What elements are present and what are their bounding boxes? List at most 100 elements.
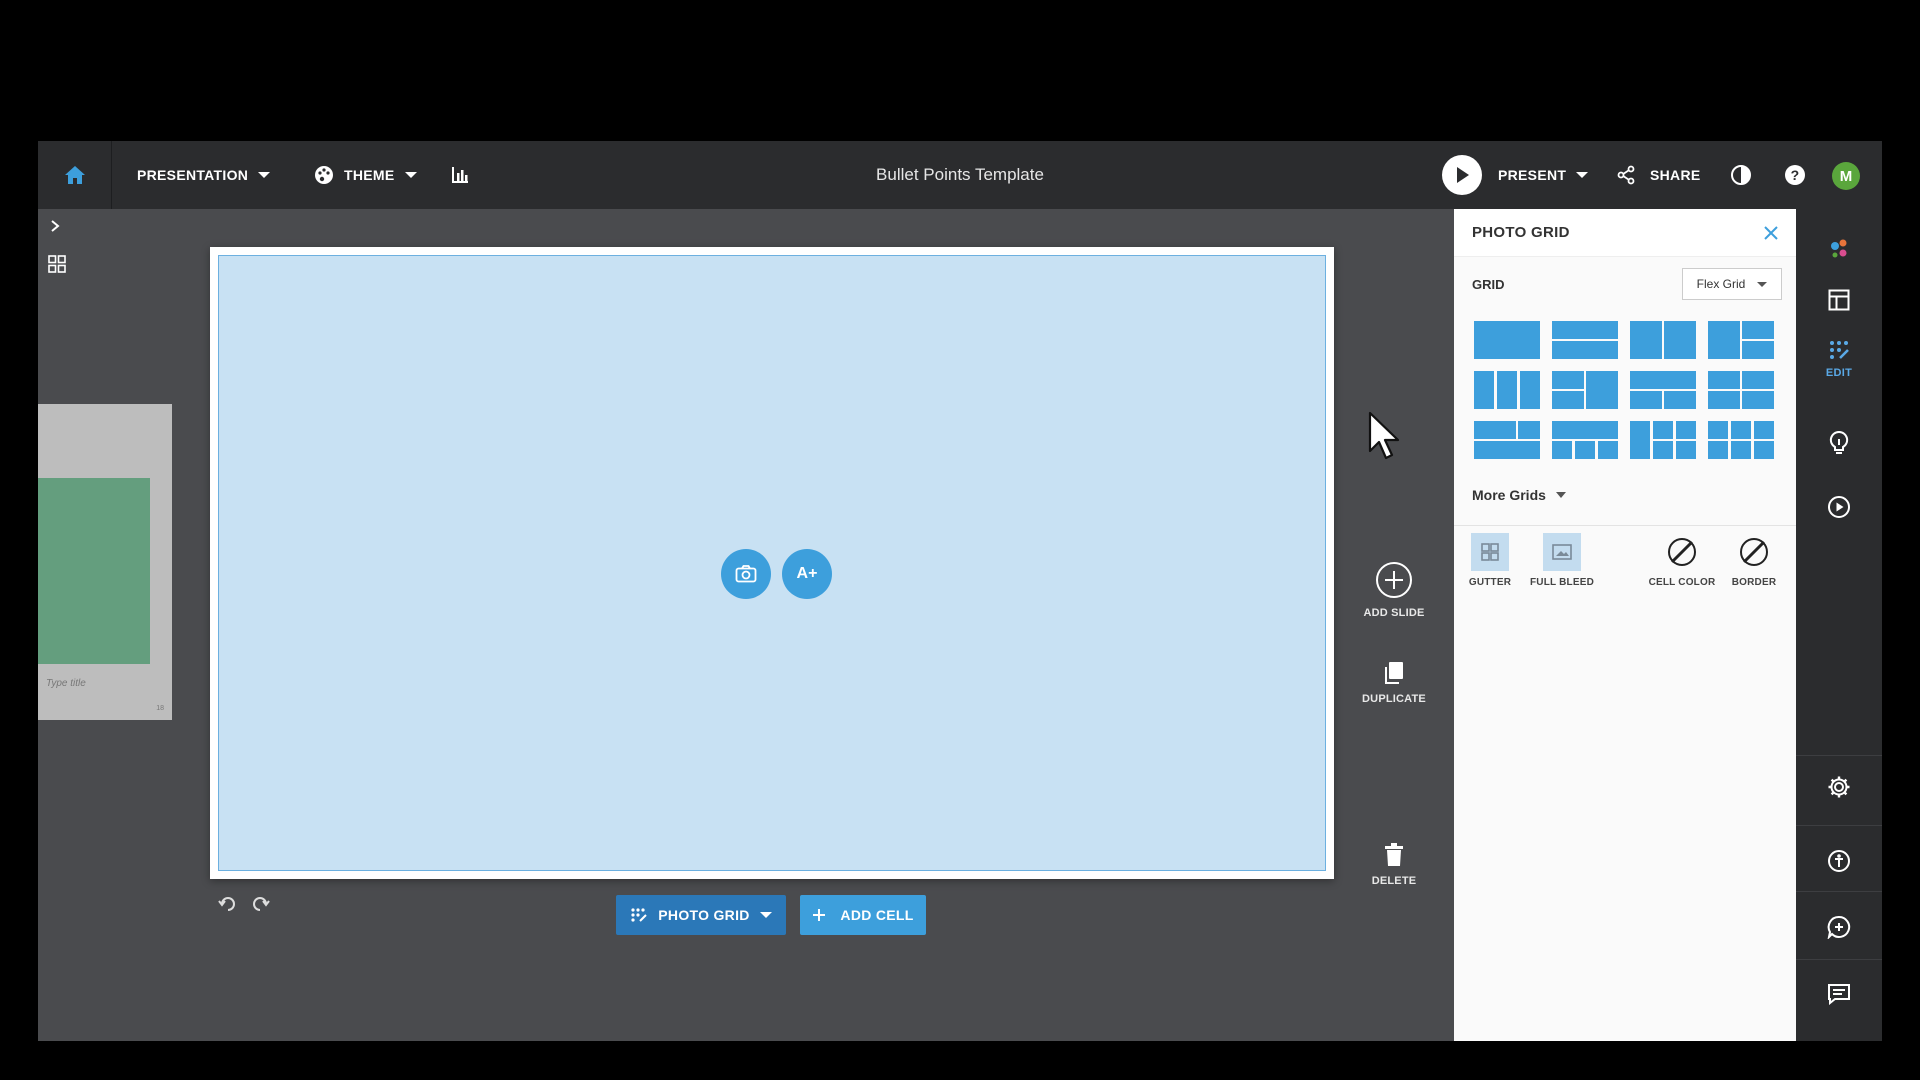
border-label: BORDER (1731, 577, 1777, 588)
layout-button[interactable] (1796, 289, 1882, 311)
gutter-label: GUTTER (1468, 577, 1512, 588)
notes-icon (1828, 984, 1850, 1005)
grid-layout-options (1474, 321, 1780, 459)
top-bar: PRESENTATION THEME Bullet Points Templat… (38, 141, 1882, 209)
theme-menu[interactable]: THEME (314, 141, 417, 209)
photo-grid-icon (631, 908, 647, 922)
share-icon (1617, 165, 1635, 185)
grid-type-select[interactable]: Flex Grid (1682, 268, 1782, 300)
rail-divider (1796, 959, 1882, 960)
presentation-menu-label: PRESENTATION (137, 167, 249, 183)
thumbnail-image (38, 478, 150, 664)
play-icon (1442, 155, 1482, 195)
slide-grid-view-button[interactable] (48, 255, 66, 278)
add-slide-button[interactable]: ADD SLIDE (1354, 561, 1434, 619)
palette-icon (315, 166, 333, 184)
grid-type-value: Flex Grid (1696, 277, 1746, 291)
shapes-icon (1831, 239, 1847, 258)
ideas-button[interactable] (1796, 431, 1882, 455)
duplicate-label: DUPLICATE (1362, 693, 1426, 705)
full-bleed-toggle[interactable]: FULL BLEED (1526, 533, 1598, 588)
present-label: PRESENT (1498, 167, 1567, 183)
no-color-icon (1735, 533, 1773, 571)
add-image-button[interactable] (721, 549, 771, 599)
bar-chart-icon (452, 167, 468, 183)
redo-button[interactable] (250, 895, 270, 916)
document-title[interactable]: Bullet Points Template (876, 165, 1044, 185)
panel-divider (1454, 525, 1796, 526)
preview-button[interactable] (1796, 495, 1882, 519)
help-icon: ? (1785, 165, 1805, 185)
accessibility-button[interactable] (1796, 849, 1882, 873)
chevron-down-icon (1555, 492, 1566, 498)
grid-label: GRID (1472, 276, 1505, 292)
undo-button[interactable] (218, 895, 238, 916)
assets-button[interactable] (1796, 237, 1882, 261)
share-label: SHARE (1650, 167, 1701, 183)
chart-button[interactable] (450, 141, 470, 209)
grid-layout-3[interactable] (1630, 321, 1696, 359)
rail-divider (1796, 825, 1882, 826)
chevron-down-icon (1757, 281, 1768, 287)
avatar[interactable]: M (1832, 162, 1860, 190)
chevron-down-icon (1576, 172, 1589, 178)
help-button[interactable]: ? (1784, 141, 1806, 209)
presentation-menu[interactable]: PRESENTATION (137, 141, 271, 209)
grid-layout-10[interactable] (1552, 421, 1618, 459)
settings-button[interactable] (1796, 775, 1882, 799)
svg-text:?: ? (1791, 167, 1800, 183)
home-button[interactable] (38, 141, 112, 209)
add-comment-icon (1827, 915, 1851, 939)
delete-label: DELETE (1371, 875, 1417, 887)
cell-color-label: CELL COLOR (1648, 577, 1716, 588)
grid-layout-7[interactable] (1630, 371, 1696, 409)
grid-layout-8[interactable] (1708, 371, 1774, 409)
border-picker[interactable]: BORDER (1718, 533, 1790, 588)
grid-layout-2[interactable] (1552, 321, 1618, 359)
grid-layout-9[interactable] (1474, 421, 1540, 459)
thumbnail-title: Type title (46, 678, 86, 689)
more-grids-label: More Grids (1472, 487, 1546, 503)
chevron-down-icon (404, 172, 417, 178)
grid-layout-4[interactable] (1708, 321, 1774, 359)
duplicate-button[interactable]: DUPLICATE (1354, 661, 1434, 705)
photo-grid-button[interactable]: PHOTO GRID (616, 895, 786, 935)
add-text-button[interactable]: A+ (782, 549, 832, 599)
add-circle-icon (1376, 562, 1412, 598)
contrast-toggle[interactable] (1730, 141, 1752, 209)
slide-thumbnail[interactable]: Type title 18 (38, 404, 172, 720)
edit-label: EDIT (1825, 367, 1853, 379)
grid-options: GUTTER FULL BLEED CELL COLOR BORDER (1454, 533, 1796, 603)
edit-button[interactable]: EDIT (1796, 339, 1882, 379)
grid-layout-11[interactable] (1630, 421, 1696, 459)
home-icon (64, 166, 85, 184)
share-button[interactable]: SHARE (1616, 141, 1701, 209)
gutter-toggle[interactable]: GUTTER (1454, 533, 1526, 588)
cell-color-picker[interactable]: CELL COLOR (1646, 533, 1718, 588)
grid-layout-5[interactable] (1474, 371, 1540, 409)
photo-grid-label: PHOTO GRID (658, 907, 750, 923)
theme-menu-label: THEME (344, 167, 395, 183)
more-grids-toggle[interactable]: More Grids (1472, 487, 1566, 503)
grid-layout-12[interactable] (1708, 421, 1774, 459)
layout-icon (1828, 289, 1850, 311)
photo-grid-panel: PHOTO GRID GRID Flex Grid More Grids GUT… (1454, 209, 1796, 1041)
delete-button[interactable]: DELETE (1354, 843, 1434, 887)
grid-layout-6[interactable] (1552, 371, 1618, 409)
gutter-icon (1471, 533, 1509, 571)
play-circle-icon (1828, 496, 1850, 518)
comments-button[interactable] (1796, 915, 1882, 939)
no-color-icon (1663, 533, 1701, 571)
add-slide-label: ADD SLIDE (1363, 607, 1425, 619)
gear-icon (1828, 776, 1850, 798)
expand-slides-button[interactable] (48, 219, 62, 238)
grid-layout-1[interactable] (1474, 321, 1540, 359)
present-button[interactable]: PRESENT (1442, 141, 1589, 209)
photo-grid-cell[interactable]: A+ (218, 255, 1326, 871)
panel-title: PHOTO GRID (1472, 224, 1570, 241)
slide-canvas: A+ (210, 247, 1334, 879)
undo-icon (218, 897, 235, 911)
close-icon[interactable] (1764, 225, 1778, 240)
add-cell-button[interactable]: ADD CELL (800, 895, 926, 935)
notes-button[interactable] (1796, 983, 1882, 1005)
